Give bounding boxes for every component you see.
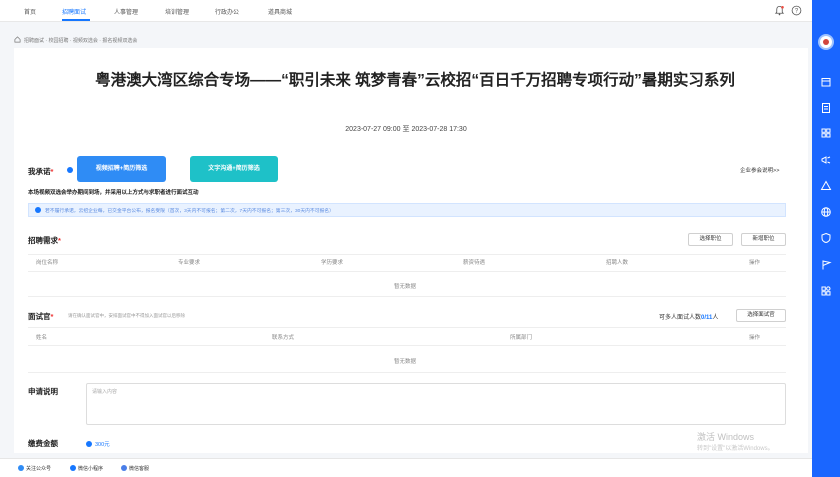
divider <box>28 345 786 346</box>
event-end: 2023-07-28 17:30 <box>411 126 467 133</box>
column-header: 招聘人数 <box>606 260 629 266</box>
divider <box>28 254 786 255</box>
company-guide-link[interactable]: 企业参会说明>> <box>740 166 779 174</box>
column-header: 学历要求 <box>321 260 344 266</box>
event-start: 2023-07-27 09:00 <box>345 126 401 133</box>
info-alert-text: 若不履行承诺，云招企业每，已交金平台公布，报名受限（首次，3天内不可报名；第二次… <box>45 209 334 214</box>
interviewer-label: 面试官* <box>28 312 54 321</box>
nav-recruit-interview[interactable]: 招聘面试 <box>62 7 86 16</box>
wechat-icon <box>18 465 24 471</box>
windows-watermark-title: 激活 Windows <box>697 432 755 442</box>
column-header: 姓名 <box>36 335 48 341</box>
column-header: 操作 <box>749 335 761 341</box>
promise-radio[interactable] <box>67 167 73 173</box>
nav-hr-management[interactable]: 人事管理 <box>114 7 138 16</box>
nav-active-indicator <box>62 19 90 21</box>
breadcrumb: 招聘面试 · 校园招聘 · 视频双选会 · 报名视频双选会 <box>24 38 138 44</box>
column-header: 操作 <box>749 260 761 266</box>
wechat-customer-service[interactable]: 微信客服 <box>121 465 149 472</box>
page-title: 粤港澳大湾区综合专场——“职引未来 筑梦青春”云校招“百日千万招聘专项行动”暑期… <box>95 72 735 89</box>
event-date-range: 2023-07-27 09:00 至 2023-07-28 17:30 <box>0 124 812 134</box>
select-position-button[interactable]: 选择职位 <box>688 233 733 246</box>
nav-shop[interactable]: 道具商城 <box>268 7 292 16</box>
home-icon <box>14 36 21 43</box>
deposit-amount[interactable]: 300元 <box>86 440 110 448</box>
svg-text:?: ? <box>795 9 799 15</box>
interviewer-empty-text: 暂无数据 <box>394 359 417 365</box>
apps-icon[interactable] <box>820 285 832 297</box>
column-header: 专业要求 <box>178 260 201 266</box>
right-toolbar <box>812 0 840 477</box>
divider <box>28 271 786 272</box>
wechat-mini-program[interactable]: 微信小程序 <box>70 465 103 472</box>
column-header: 所属部门 <box>510 335 533 341</box>
grid-icon[interactable] <box>820 127 832 139</box>
divider <box>28 327 786 328</box>
bottom-bar: 关注公众号 微信小程序 微信客服 <box>0 458 812 477</box>
add-position-button[interactable]: 新增职位 <box>741 233 786 246</box>
calendar-icon[interactable] <box>820 76 832 88</box>
interviewer-count: 可多人面试人数0/11人 <box>659 315 719 321</box>
nav-office[interactable]: 行政办公 <box>215 7 239 16</box>
divider <box>28 372 786 373</box>
option-video-recruit[interactable]: 视频招聘+简历筛选 <box>77 156 166 182</box>
recruit-empty-text: 暂无数据 <box>394 284 417 290</box>
shape-icon[interactable] <box>820 180 832 192</box>
help-icon[interactable]: ? <box>791 5 802 16</box>
follow-official-account[interactable]: 关注公众号 <box>18 465 51 472</box>
application-placeholder: 请输入内容 <box>92 389 118 395</box>
divider <box>28 296 786 297</box>
shield-icon[interactable] <box>820 232 832 244</box>
document-icon[interactable] <box>820 102 832 114</box>
service-icon <box>121 465 127 471</box>
top-nav: 首页 招聘面试 人事管理 培训管理 行政办公 道具商城 ? <box>0 0 812 22</box>
info-alert: 若不履行承诺，云招企业每，已交金平台公布，报名受限（首次，3天内不可报名；第二次… <box>28 203 786 217</box>
nav-training[interactable]: 培训管理 <box>165 7 189 16</box>
avatar[interactable] <box>818 34 834 50</box>
promise-label: 我承诺* <box>28 167 54 176</box>
column-header: 薪资待遇 <box>463 260 486 266</box>
windows-watermark-subtitle: 转到"设置"以激活Windows。 <box>697 446 774 452</box>
info-icon <box>35 207 41 213</box>
globe-icon[interactable] <box>820 206 832 218</box>
select-interviewer-button[interactable]: 选择面试官 <box>736 309 786 322</box>
mini-program-icon <box>70 465 76 471</box>
column-header: 岗位名称 <box>36 260 59 266</box>
deposit-label: 缴费金额 <box>28 439 58 448</box>
nav-home[interactable]: 首页 <box>24 7 36 16</box>
date-range-separator: 至 <box>402 126 410 133</box>
deposit-radio <box>86 441 92 447</box>
bell-icon[interactable] <box>774 5 785 16</box>
column-header: 联系方式 <box>272 335 295 341</box>
recruit-label: 招聘需求* <box>28 236 61 245</box>
option-text-chat[interactable]: 文字沟通+简历筛选 <box>190 156 278 182</box>
application-label: 申请说明 <box>28 387 58 396</box>
application-textarea[interactable]: 请输入内容 <box>86 383 786 425</box>
flag-icon[interactable] <box>820 259 832 271</box>
promise-note: 本场视频双选会举办期间到场，并采用以上方式与求职者进行面试互动 <box>28 190 199 196</box>
megaphone-icon[interactable] <box>820 154 832 166</box>
interviewer-hint: 请在确认面试官中，安排面试官中不得加入面试官以后移除 <box>68 313 185 318</box>
